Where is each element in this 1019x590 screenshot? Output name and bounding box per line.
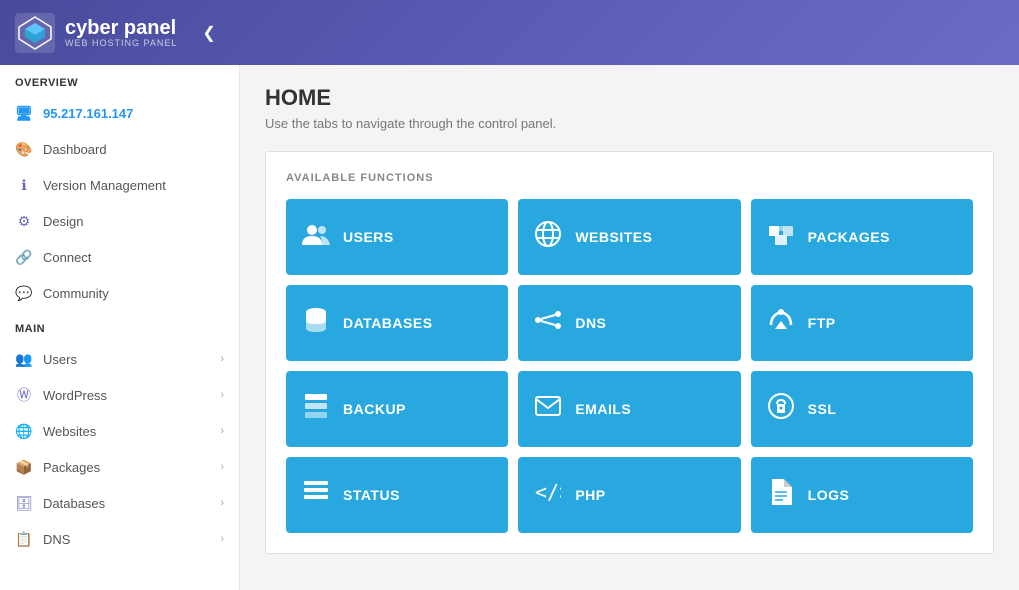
databases-func-icon <box>301 307 331 339</box>
packages-func-icon <box>766 222 796 252</box>
func-card-users[interactable]: USERS <box>286 199 508 275</box>
dns-icon: 📋 <box>15 530 33 548</box>
func-card-packages[interactable]: PACKAGES <box>751 199 973 275</box>
chevron-right-icon: › <box>220 425 224 437</box>
page-title: HOME <box>265 85 994 111</box>
logo-main-text: cyber panel <box>65 18 177 38</box>
sidebar-item-label: Packages <box>43 460 100 475</box>
func-label-ftp: FTP <box>808 315 836 331</box>
func-label-users: USERS <box>343 229 394 245</box>
sidebar-item-label: Databases <box>43 496 105 511</box>
main-section-label: MAIN <box>0 311 239 341</box>
page-subtitle: Use the tabs to navigate through the con… <box>265 116 994 131</box>
gear-icon: ⚙ <box>15 212 33 230</box>
sidebar-item-packages[interactable]: 📦 Packages › <box>0 449 239 485</box>
sidebar-item-community[interactable]: 💬 Community <box>0 275 239 311</box>
functions-panel: AVAILABLE FUNCTIONS USERS <box>265 151 994 554</box>
sidebar-item-websites[interactable]: 🌐 Websites › <box>0 413 239 449</box>
chevron-right-icon: › <box>220 353 224 365</box>
func-label-dns: DNS <box>575 315 606 331</box>
func-label-php: PHP <box>575 487 605 503</box>
func-card-emails[interactable]: EMAILS <box>518 371 740 447</box>
func-label-emails: EMAILS <box>575 401 631 417</box>
sidebar-item-ip[interactable]: 🖥 95.217.161.147 <box>0 95 239 131</box>
func-label-backup: BACKUP <box>343 401 406 417</box>
ip-address: 95.217.161.147 <box>43 106 133 121</box>
functions-label: AVAILABLE FUNCTIONS <box>286 172 973 184</box>
sidebar-item-label: Design <box>43 214 83 229</box>
app-header: cyber panel WEB HOSTING PANEL ❮ <box>0 0 1019 65</box>
logo-area: cyber panel WEB HOSTING PANEL ❮ <box>15 13 216 53</box>
sidebar-item-label: Version Management <box>43 178 166 193</box>
sidebar-item-databases[interactable]: 🗄 Databases › <box>0 485 239 521</box>
func-label-status: STATUS <box>343 487 400 503</box>
logs-func-icon <box>766 479 796 511</box>
sidebar: OVERVIEW 🖥 95.217.161.147 🎨 Dashboard ℹ … <box>0 65 240 590</box>
sidebar-item-dashboard[interactable]: 🎨 Dashboard <box>0 131 239 167</box>
func-card-websites[interactable]: WEBSITES <box>518 199 740 275</box>
users-icon: 👥 <box>15 350 33 368</box>
ftp-func-icon <box>766 307 796 339</box>
func-label-packages: PACKAGES <box>808 229 890 245</box>
dashboard-icon: 🎨 <box>15 140 33 158</box>
func-card-logs[interactable]: LOGS <box>751 457 973 533</box>
community-icon: 💬 <box>15 284 33 302</box>
sidebar-item-label: WordPress <box>43 388 107 403</box>
func-card-databases[interactable]: DATABASES <box>286 285 508 361</box>
logo-sub-text: WEB HOSTING PANEL <box>65 38 177 48</box>
info-icon: ℹ <box>15 176 33 194</box>
main-layout: OVERVIEW 🖥 95.217.161.147 🎨 Dashboard ℹ … <box>0 65 1019 590</box>
php-func-icon: </> <box>533 481 563 509</box>
func-label-databases: DATABASES <box>343 315 433 331</box>
sidebar-item-users[interactable]: 👥 Users › <box>0 341 239 377</box>
sidebar-item-version-management[interactable]: ℹ Version Management <box>0 167 239 203</box>
backup-func-icon <box>301 393 331 425</box>
main-content: HOME Use the tabs to navigate through th… <box>240 65 1019 590</box>
func-label-ssl: SSL <box>808 401 837 417</box>
func-card-php[interactable]: </> PHP <box>518 457 740 533</box>
emails-func-icon <box>533 396 563 422</box>
status-func-icon <box>301 481 331 509</box>
sidebar-toggle-icon[interactable]: ❮ <box>202 23 215 43</box>
sidebar-item-label: Websites <box>43 424 96 439</box>
users-func-icon <box>301 223 331 251</box>
monitor-icon: 🖥 <box>15 104 33 122</box>
func-card-ftp[interactable]: FTP <box>751 285 973 361</box>
sidebar-item-label: Connect <box>43 250 91 265</box>
databases-icon: 🗄 <box>15 494 33 512</box>
func-card-backup[interactable]: BACKUP <box>286 371 508 447</box>
chevron-right-icon: › <box>220 389 224 401</box>
sidebar-item-label: DNS <box>43 532 70 547</box>
func-label-websites: WEBSITES <box>575 229 652 245</box>
chevron-right-icon: › <box>220 533 224 545</box>
sidebar-item-connect[interactable]: 🔗 Connect <box>0 239 239 275</box>
sidebar-item-dns[interactable]: 📋 DNS › <box>0 521 239 557</box>
func-label-logs: LOGS <box>808 487 850 503</box>
sidebar-item-wordpress[interactable]: Ⓦ WordPress › <box>0 377 239 413</box>
chevron-right-icon: › <box>220 497 224 509</box>
chevron-right-icon: › <box>220 461 224 473</box>
connect-icon: 🔗 <box>15 248 33 266</box>
sidebar-item-label: Community <box>43 286 109 301</box>
websites-icon: 🌐 <box>15 422 33 440</box>
overview-section-label: OVERVIEW <box>0 65 239 95</box>
sidebar-item-label: Dashboard <box>43 142 107 157</box>
logo-icon <box>15 13 55 53</box>
svg-text:</>: </> <box>535 481 561 503</box>
dns-func-icon <box>533 309 563 337</box>
functions-grid: USERS WEBSITES <box>286 199 973 533</box>
sidebar-item-design[interactable]: ⚙ Design <box>0 203 239 239</box>
func-card-dns[interactable]: DNS <box>518 285 740 361</box>
func-card-ssl[interactable]: SSL <box>751 371 973 447</box>
ssl-func-icon <box>766 393 796 425</box>
logo-text: cyber panel WEB HOSTING PANEL <box>65 18 177 48</box>
packages-icon: 📦 <box>15 458 33 476</box>
sidebar-item-label: Users <box>43 352 77 367</box>
func-card-status[interactable]: STATUS <box>286 457 508 533</box>
wordpress-icon: Ⓦ <box>15 386 33 404</box>
websites-func-icon <box>533 221 563 253</box>
